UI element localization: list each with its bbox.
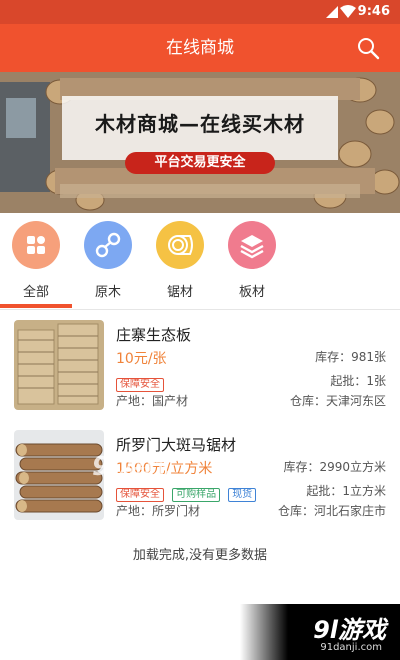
product-origin: 产地：所罗门材	[116, 504, 201, 518]
stack-layers-icon	[228, 221, 276, 269]
status-bar: 9:46	[0, 0, 400, 24]
product-image	[14, 320, 104, 410]
banner-headline: 木材商城—在线买木材	[95, 112, 305, 136]
product-stock: 库存：2990立方米	[283, 460, 386, 474]
product-tags: 保障安全	[116, 372, 167, 392]
product-tags: 保障安全 可购样品 现货	[116, 482, 259, 502]
tag-safe: 保障安全	[116, 488, 164, 502]
product-card[interactable]: 所罗门大斑马锯材 1500元/立方米 库存：2990立方米 保障安全 可购样品 …	[0, 420, 400, 528]
tab-label: 板材	[238, 285, 265, 300]
tag-sample: 可购样品	[172, 488, 221, 502]
grid-icon	[12, 221, 60, 269]
tab-label: 全部	[22, 285, 49, 300]
product-name: 庄寨生态板	[116, 326, 192, 344]
wood-slice-icon	[156, 221, 204, 269]
tab-logs[interactable]: 原木	[80, 221, 136, 301]
active-tab-indicator	[0, 304, 72, 308]
product-card[interactable]: 庄寨生态板 10元/张 库存：981张 保障安全 起批：1张 产地：国产材 仓库…	[0, 310, 400, 418]
tab-boards[interactable]: 板材	[224, 221, 280, 301]
app-header: 在线商城	[0, 24, 400, 72]
tab-lumber[interactable]: 锯材	[152, 221, 208, 301]
signal-icon	[326, 6, 338, 18]
logs-icon	[84, 221, 132, 269]
watermark-logo: 9l游戏	[92, 452, 168, 482]
product-origin: 产地：国产材	[116, 394, 189, 408]
category-tabs: 全部 原木 锯材 板材	[0, 213, 400, 309]
banner-tagline: 平台交易更安全	[125, 152, 275, 174]
tab-label: 原木	[94, 285, 121, 300]
product-moq: 起批：1张	[330, 374, 386, 388]
status-time: 9:46	[357, 4, 390, 19]
product-image	[14, 430, 104, 520]
watermark-url: 91danji.com	[320, 642, 382, 653]
watermark-badge: 9l游戏 91danji.com	[240, 604, 400, 660]
wifi-icon	[340, 5, 356, 18]
product-moq: 起批：1立方米	[306, 484, 386, 498]
watermark-text: 9l游戏	[313, 616, 386, 644]
product-stock: 库存：981张	[315, 350, 386, 364]
tag-safe: 保障安全	[116, 378, 164, 392]
product-price: 10元/张	[116, 351, 167, 367]
search-icon[interactable]	[356, 36, 380, 60]
list-end-message: 加载完成,没有更多数据	[132, 548, 268, 563]
product-warehouse: 仓库：河北石家庄市	[277, 504, 386, 518]
tab-label: 锯材	[166, 285, 193, 300]
product-warehouse: 仓库：天津河东区	[289, 394, 386, 408]
tab-all[interactable]: 全部	[8, 221, 64, 301]
tag-in-stock: 现货	[228, 488, 257, 502]
page-title: 在线商城	[166, 38, 234, 58]
promo-banner[interactable]: 木材商城—在线买木材 平台交易更安全	[0, 72, 400, 213]
